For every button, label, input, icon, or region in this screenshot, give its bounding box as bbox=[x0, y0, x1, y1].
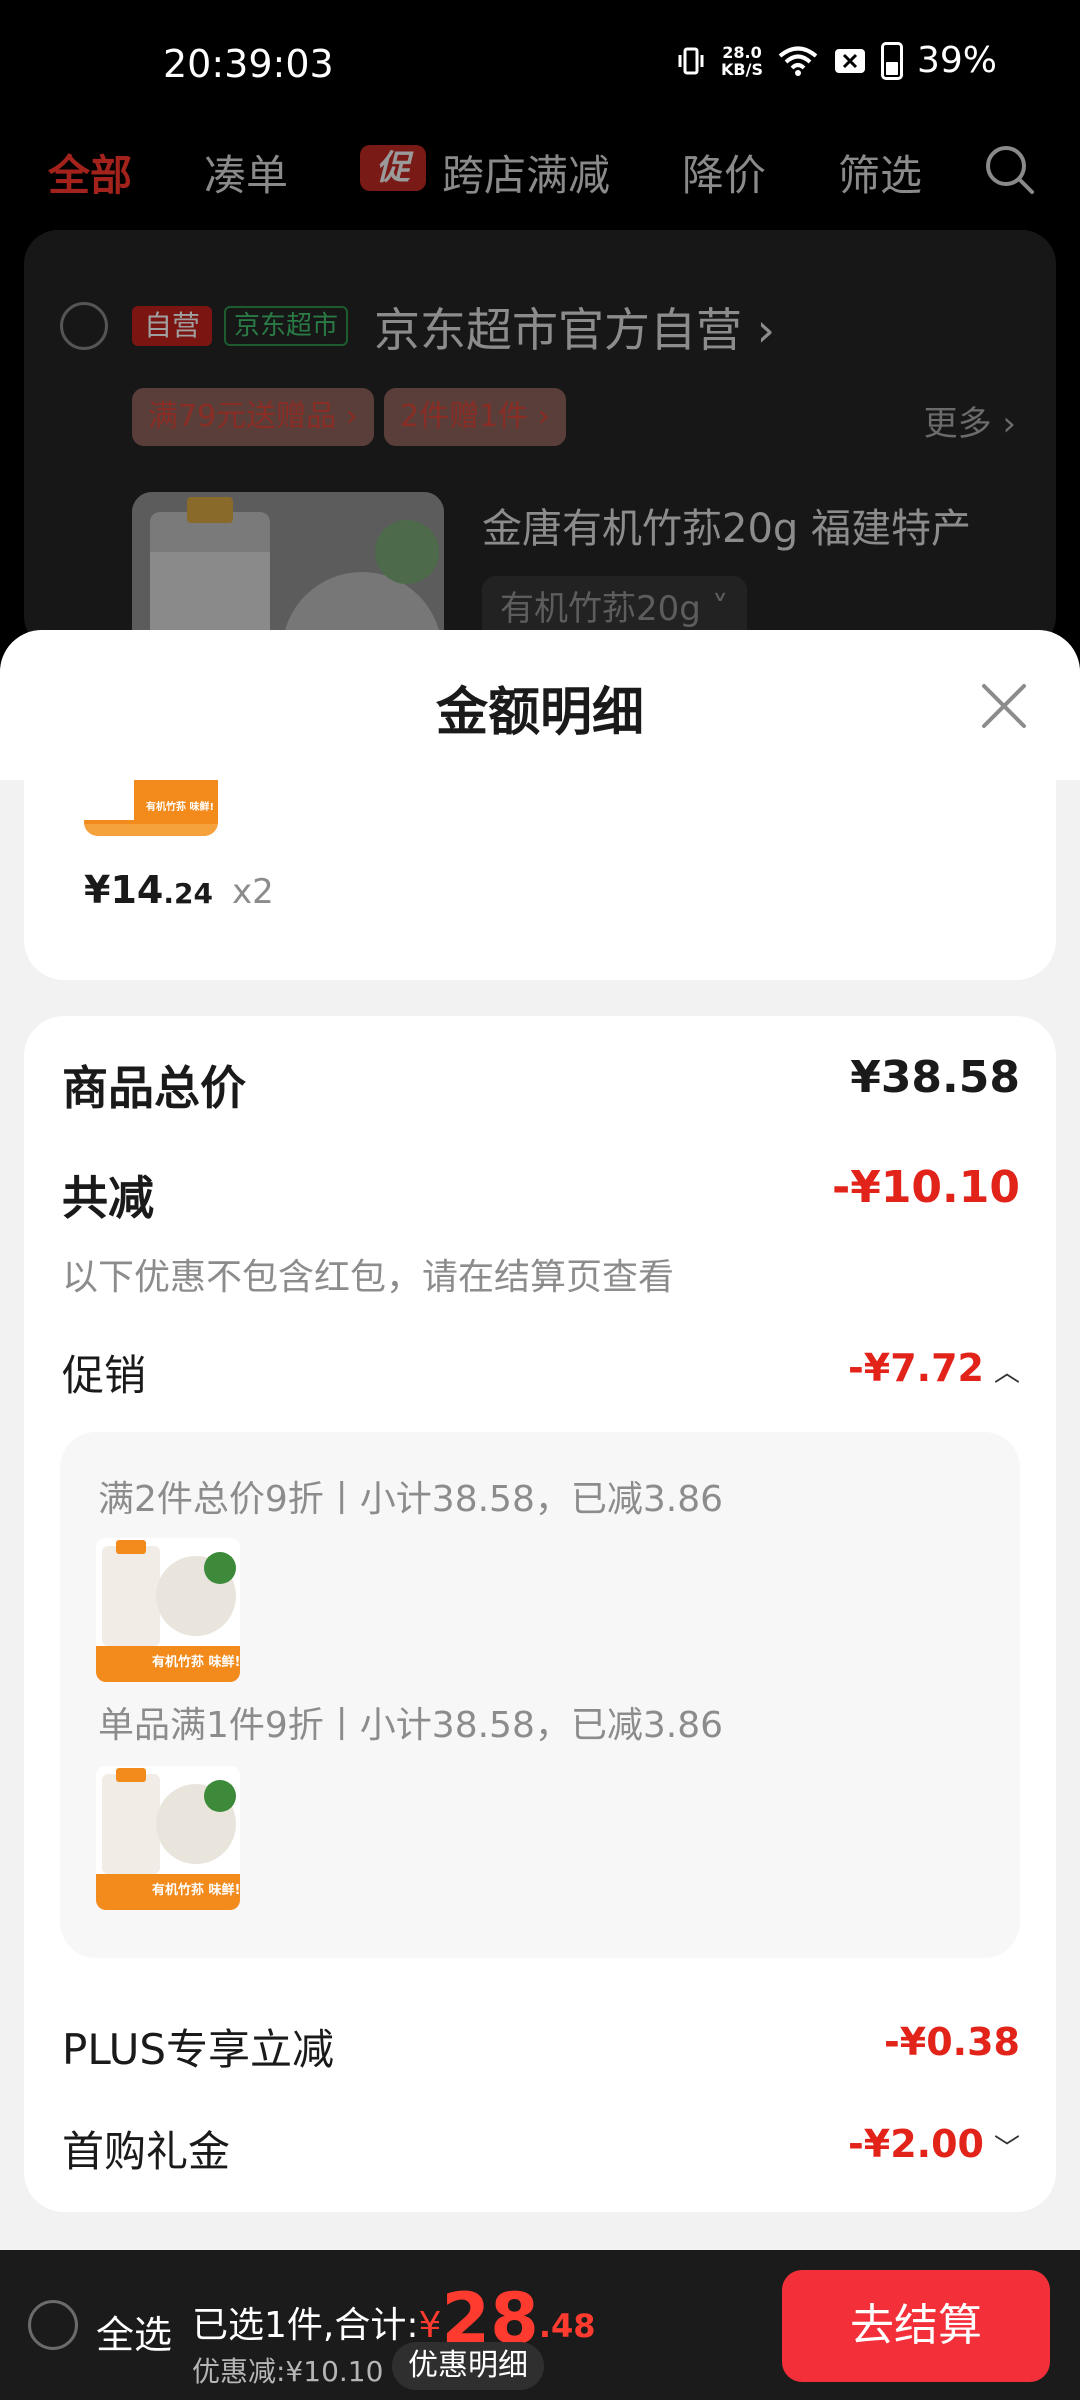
total-dec: .48 bbox=[538, 2307, 596, 2345]
promo-value: -¥7.72 bbox=[848, 1346, 984, 1390]
promo-tag: 促 bbox=[360, 145, 426, 191]
status-bar: 20:39:03 28.0 KB/S 39% bbox=[0, 0, 1080, 120]
store-checkbox[interactable] bbox=[60, 302, 108, 350]
price-breakdown-card: 商品总价 ¥38.58 共减 -¥10.10 以下优惠不包含红包，请在结算页查看… bbox=[24, 1016, 1056, 2212]
reduce-value: -¥10.10 bbox=[831, 1162, 1020, 1213]
search-icon[interactable] bbox=[982, 142, 1038, 198]
first-purchase-value: -¥2.00 bbox=[848, 2122, 984, 2166]
total-value: ¥38.58 bbox=[850, 1052, 1020, 1103]
promo-chip-gift[interactable]: 满79元送赠品 › bbox=[132, 388, 374, 446]
sheet-title: 金额明细 bbox=[435, 683, 644, 743]
tab-all[interactable]: 全部 bbox=[48, 142, 132, 203]
item-price: ¥14.24 bbox=[84, 868, 213, 912]
app-screen: 20:39:03 28.0 KB/S 39% 全部 凑单 促 跨店满减 降价 筛… bbox=[0, 0, 1080, 2400]
net-speed: 28.0 KB/S bbox=[721, 44, 763, 78]
plus-value: -¥0.38 bbox=[884, 2020, 1020, 2064]
promo-line-1: 满2件总价9折丨小计38.58，已减3.86 bbox=[98, 1479, 724, 1520]
net-speed-value: 28.0 bbox=[722, 42, 762, 62]
net-speed-unit: KB/S bbox=[721, 59, 763, 79]
discount-amount: 优惠减:¥10.10 bbox=[192, 2355, 384, 2388]
more-link[interactable]: 更多 › bbox=[924, 396, 1016, 445]
item-price-dec: .24 bbox=[163, 877, 213, 910]
self-operated-badge: 自营 bbox=[132, 306, 213, 346]
status-icons: 28.0 KB/S 39% bbox=[675, 40, 997, 81]
jd-supermarket-badge: 京东超市 bbox=[224, 306, 349, 346]
promo-chip-bogo[interactable]: 2件赠1件 › bbox=[384, 388, 566, 446]
vibrate-icon bbox=[678, 47, 704, 74]
sim-off-icon bbox=[834, 48, 865, 73]
svg-text:有机竹荪 味鲜!: 有机竹荪 味鲜! bbox=[146, 800, 214, 813]
tab-price-drop[interactable]: 降价 bbox=[682, 142, 766, 203]
wifi-icon bbox=[778, 46, 818, 76]
amount-detail-sheet: 金额明细 有机竹荪 味鲜! ¥14.24 x2 商品总价 ¥38.58 共减 -… bbox=[0, 630, 1080, 2400]
select-all-checkbox[interactable] bbox=[28, 2300, 78, 2350]
promo-product-thumbnail: 有机竹荪 味鲜! bbox=[96, 1766, 240, 1910]
product-title[interactable]: 金唐有机竹荪20g 福建特产 bbox=[482, 496, 971, 554]
promo-product-thumbnail: 有机竹荪 味鲜! bbox=[96, 1538, 240, 1682]
chevron-down-icon: ﹀ bbox=[993, 2134, 1020, 2164]
item-quantity: x2 bbox=[232, 872, 274, 912]
promo-details: 满2件总价9折丨小计38.58，已减3.86 有机竹荪 味鲜! 单品满1件9折丨… bbox=[60, 1432, 1020, 1958]
item-thumbnail: 有机竹荪 味鲜! bbox=[84, 780, 218, 836]
promo-label: 促销 bbox=[62, 1351, 147, 1400]
store-name[interactable]: 京东超市官方自营 › bbox=[374, 294, 775, 360]
tab-filter[interactable]: 筛选 bbox=[838, 142, 922, 203]
status-time: 20:39:03 bbox=[163, 42, 334, 86]
chevron-up-icon: ︿ bbox=[993, 1358, 1020, 1388]
promo-thumb-caption: 有机竹荪 味鲜! bbox=[152, 1882, 240, 1898]
tab-cross-store[interactable]: 跨店满减 bbox=[442, 142, 610, 203]
reduce-note: 以下优惠不包含红包，请在结算页查看 bbox=[62, 1257, 675, 1298]
checkout-button[interactable]: 去结算 bbox=[782, 2270, 1050, 2382]
item-price-int: ¥14 bbox=[84, 868, 164, 912]
battery-level: 39% bbox=[916, 40, 997, 81]
first-purchase-label: 首购礼金 bbox=[62, 2127, 231, 2176]
first-purchase-toggle[interactable]: -¥2.00 ﹀ bbox=[848, 2122, 1020, 2166]
select-all-label[interactable]: 全选 bbox=[96, 2304, 172, 2359]
promo-chip-bogo-label: 2件赠1件 bbox=[400, 399, 529, 434]
promo-line-2: 单品满1件9折丨小计38.58，已减3.86 bbox=[98, 1705, 724, 1746]
filter-tabs: 全部 凑单 促 跨店满减 降价 筛选 bbox=[0, 130, 1080, 210]
battery-icon bbox=[880, 41, 903, 80]
sheet-header: 金额明细 bbox=[0, 630, 1080, 780]
more-link-label: 更多 bbox=[923, 404, 992, 444]
discount-detail-button[interactable]: 优惠明细 bbox=[392, 2342, 544, 2390]
reduce-label: 共减 bbox=[62, 1171, 154, 1225]
promo-toggle[interactable]: -¥7.72 ︿ bbox=[848, 1346, 1020, 1390]
item-card: 有机竹荪 味鲜! ¥14.24 x2 bbox=[24, 780, 1056, 980]
total-currency: ¥ bbox=[418, 2305, 442, 2346]
selected-count: 已选1件,合计: bbox=[192, 2305, 419, 2346]
chevron-right-icon: › bbox=[742, 303, 776, 357]
store-name-text: 京东超市官方自营 bbox=[374, 303, 742, 357]
promo-thumb-caption: 有机竹荪 味鲜! bbox=[152, 1654, 240, 1670]
checkout-bar: 全选 已选1件,合计:¥28.48 优惠减:¥10.10 优惠明细 去结算 bbox=[0, 2250, 1080, 2400]
store-card: 自营 京东超市 京东超市官方自营 › 满79元送赠品 › 2件赠1件 › 更多 … bbox=[24, 230, 1056, 692]
plus-label: PLUS专享立减 bbox=[62, 2025, 335, 2074]
promo-chip-gift-label: 满79元送赠品 bbox=[148, 399, 337, 434]
tab-bundle[interactable]: 凑单 bbox=[204, 142, 288, 203]
close-icon[interactable] bbox=[976, 678, 1032, 734]
chevron-down-icon: ˅ bbox=[700, 589, 729, 629]
variant-label: 有机竹荪20g bbox=[500, 589, 701, 629]
total-label: 商品总价 bbox=[62, 1061, 246, 1115]
